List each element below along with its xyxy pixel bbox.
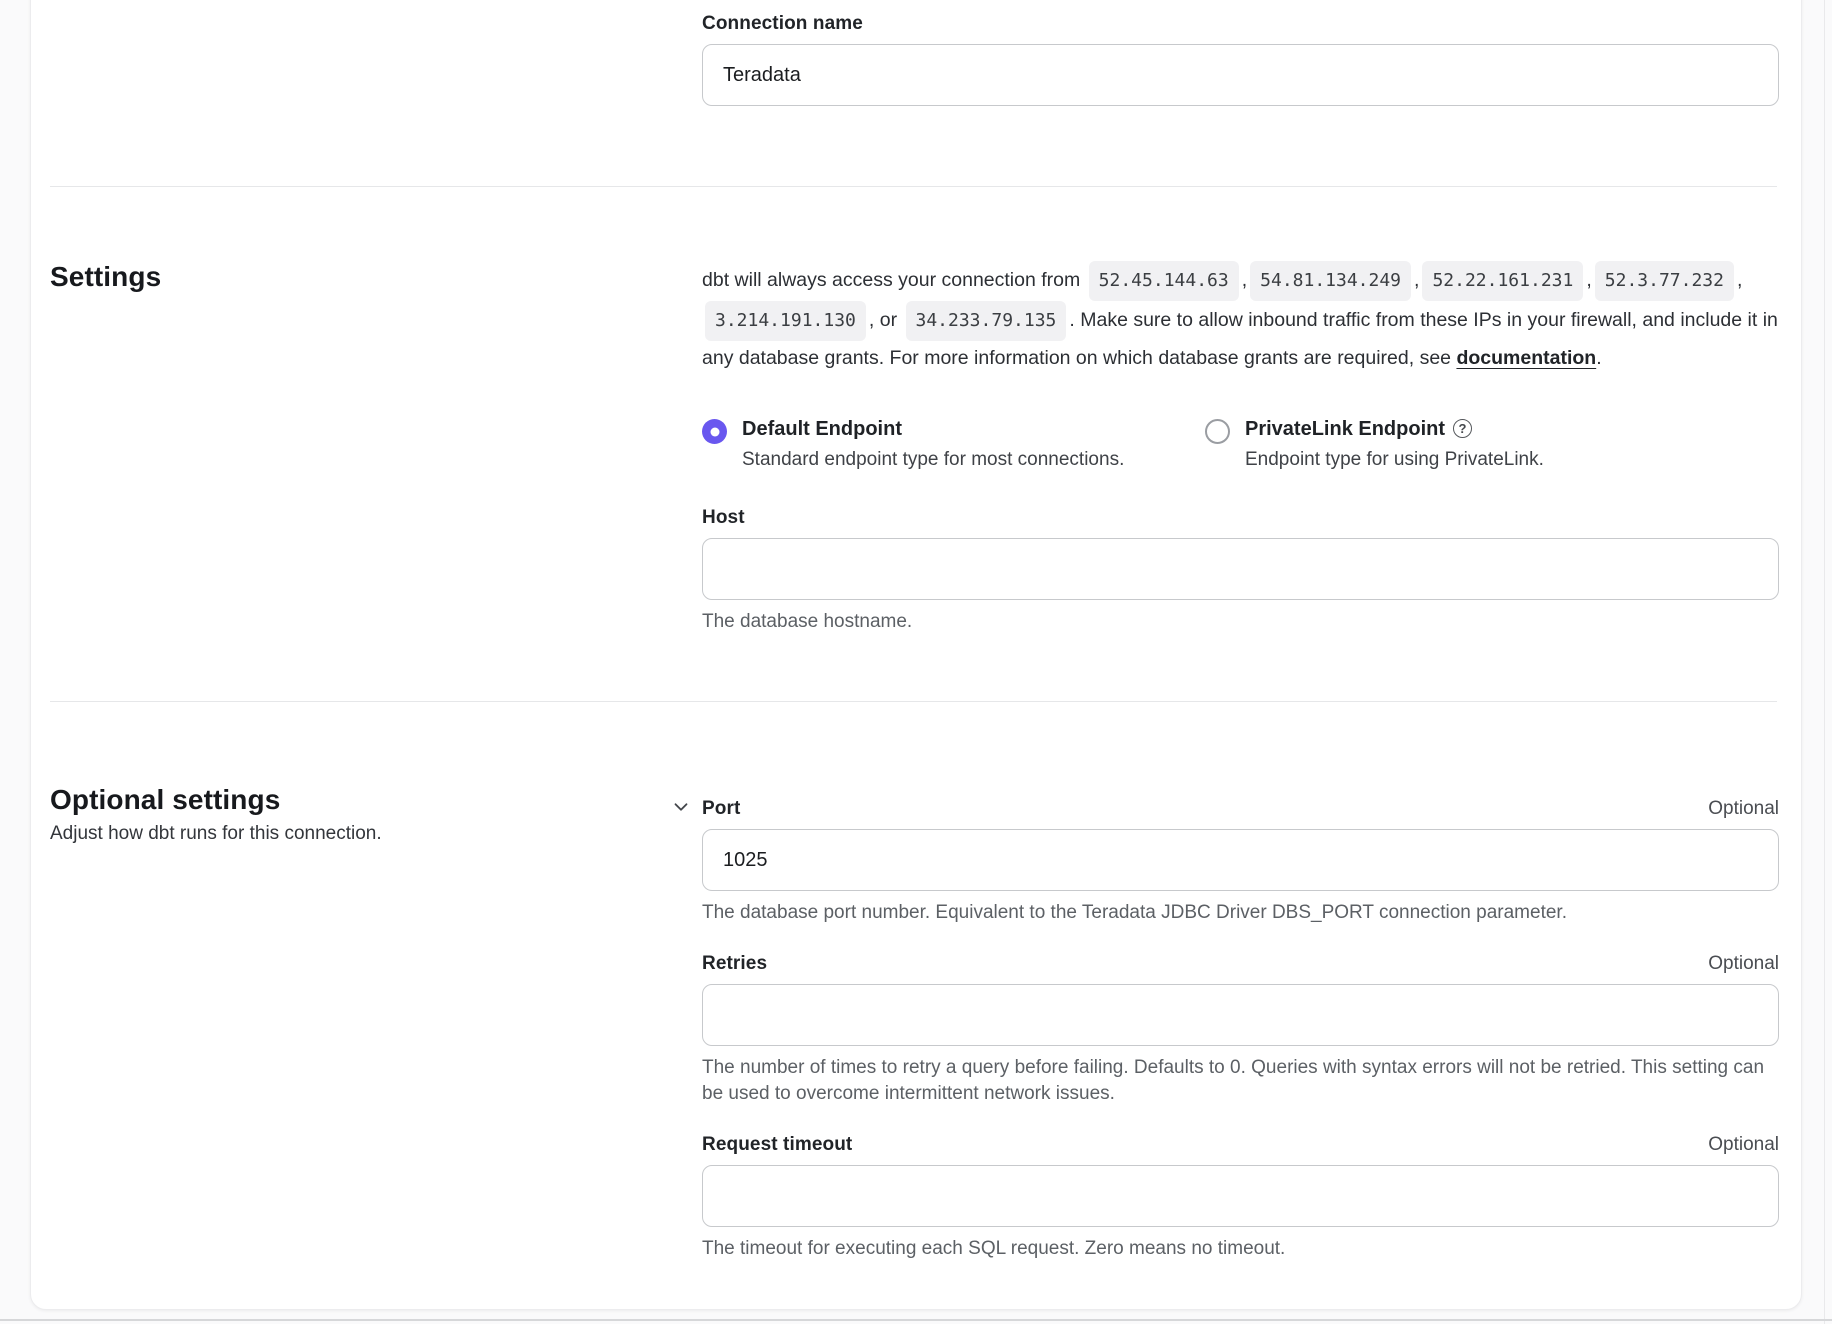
endpoint-radio-group: Default Endpoint? Standard endpoint type… bbox=[702, 418, 1779, 471]
retries-input[interactable] bbox=[702, 984, 1779, 1046]
retries-field-block: Retries Optional The number of times to … bbox=[702, 953, 1779, 1107]
port-field-block: Port Optional The database port number. … bbox=[702, 798, 1779, 926]
ip-address-badge: 52.45.144.63 bbox=[1089, 261, 1239, 301]
retries-label: Retries bbox=[702, 953, 767, 975]
endpoint-option-privatelink[interactable]: PrivateLink Endpoint? Endpoint type for … bbox=[1205, 418, 1544, 471]
window-bottom-edge bbox=[0, 1319, 1832, 1321]
settings-section-title: Settings bbox=[50, 261, 702, 293]
request-timeout-field-block: Request timeout Optional The timeout for… bbox=[702, 1134, 1779, 1262]
documentation-link[interactable]: documentation bbox=[1456, 347, 1596, 369]
window-right-edge bbox=[1824, 0, 1825, 1324]
request-timeout-input[interactable] bbox=[702, 1165, 1779, 1227]
connection-settings-card: Connection name Settings dbt will always… bbox=[30, 0, 1802, 1310]
port-label: Port bbox=[702, 798, 740, 820]
connection-name-label: Connection name bbox=[702, 13, 1779, 35]
connection-name-block: Connection name bbox=[702, 1, 1779, 106]
host-field-block: Host The database hostname. bbox=[702, 507, 1779, 635]
connection-settings-content: Connection name Settings dbt will always… bbox=[31, 0, 1801, 1309]
optional-settings-section: Optional settings Adjust how dbt runs fo… bbox=[50, 702, 1777, 1289]
endpoint-option-label: Default Endpoint bbox=[742, 418, 902, 440]
optional-settings-subtitle: Adjust how dbt runs for this connection. bbox=[50, 823, 702, 845]
ip-address-badge: 34.233.79.135 bbox=[906, 301, 1067, 341]
endpoint-option-label: PrivateLink Endpoint bbox=[1245, 418, 1445, 440]
endpoint-option-description: Standard endpoint type for most connecti… bbox=[742, 449, 1124, 471]
host-helper-text: The database hostname. bbox=[702, 609, 1779, 635]
ip-notice: dbt will always access your connection f… bbox=[702, 261, 1779, 376]
collapse-section-button[interactable] bbox=[668, 794, 694, 820]
port-input[interactable] bbox=[702, 829, 1779, 891]
chevron-down-icon bbox=[670, 796, 692, 818]
host-input[interactable] bbox=[702, 538, 1779, 600]
endpoint-option-default[interactable]: Default Endpoint? Standard endpoint type… bbox=[702, 418, 1205, 471]
connection-name-input[interactable] bbox=[702, 44, 1779, 106]
settings-section: Settings dbt will always access your con… bbox=[50, 187, 1777, 635]
ip-address-badge: 54.81.134.249 bbox=[1250, 261, 1411, 301]
optional-badge: Optional bbox=[1708, 953, 1779, 975]
endpoint-option-description: Endpoint type for using PrivateLink. bbox=[1245, 449, 1544, 471]
port-helper-text: The database port number. Equivalent to … bbox=[702, 900, 1779, 926]
ip-address-badge: 52.3.77.232 bbox=[1595, 261, 1734, 301]
optional-settings-title: Optional settings bbox=[50, 784, 702, 816]
ip-address-badge: 52.22.161.231 bbox=[1422, 261, 1583, 301]
optional-badge: Optional bbox=[1708, 1134, 1779, 1156]
request-timeout-helper-text: The timeout for executing each SQL reque… bbox=[702, 1236, 1779, 1262]
radio-privatelink-endpoint[interactable] bbox=[1205, 419, 1230, 444]
help-icon[interactable]: ? bbox=[1453, 419, 1472, 438]
optional-badge: Optional bbox=[1708, 798, 1779, 820]
request-timeout-label: Request timeout bbox=[702, 1134, 852, 1156]
retries-helper-text: The number of times to retry a query bef… bbox=[702, 1055, 1779, 1107]
ip-address-badge: 3.214.191.130 bbox=[705, 301, 866, 341]
radio-default-endpoint[interactable] bbox=[702, 419, 727, 444]
host-label: Host bbox=[702, 507, 1779, 529]
